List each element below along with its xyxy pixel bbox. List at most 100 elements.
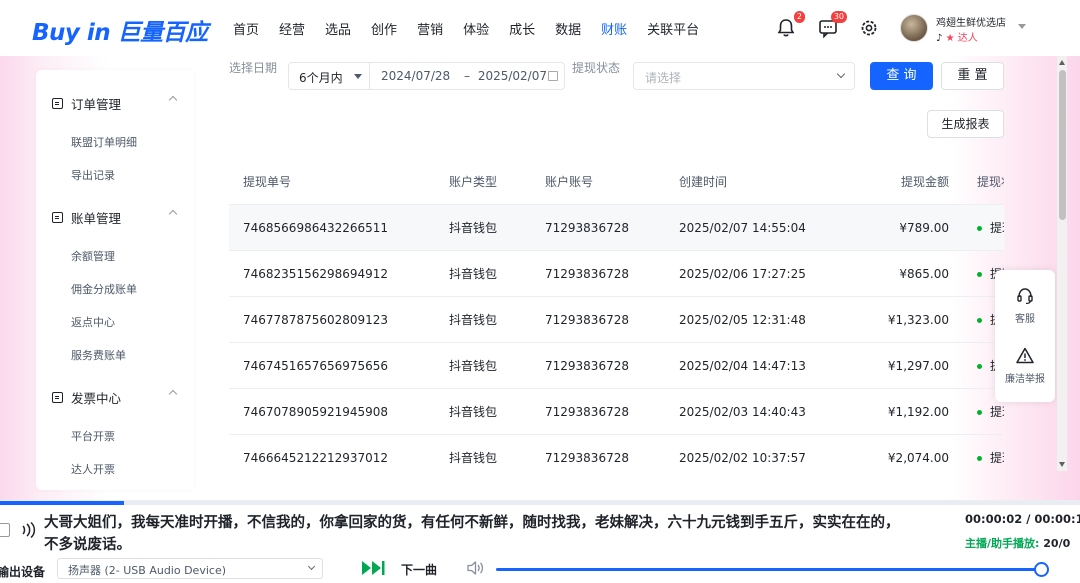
settings-gear-icon[interactable]	[858, 17, 880, 39]
notification-bell-icon[interactable]: 2	[775, 11, 805, 39]
account-type-cell: 抖音钱包	[449, 359, 498, 373]
output-device-value: 扬声器 (2- USB Audio Device)	[68, 564, 227, 577]
table-row[interactable]: 7466645212212937012 抖音钱包 71293836728 2025/0…	[229, 435, 1004, 478]
top-navigation-bar: Buy in 巨量百应 首页 经营 选品 创作 营销 体验 成长 数据 财账 关联平台 2 30 …	[0, 0, 1080, 56]
sidebar-item-talent-invoice[interactable]: 达人开票	[71, 461, 115, 477]
nav-item-growth[interactable]: 成长	[509, 19, 535, 38]
table-row[interactable]: 7467787875602809123 抖音钱包 71293836728 2025/0…	[229, 297, 1004, 343]
table-row[interactable]: 7467451657656975656 抖音钱包 71293836728 2025/0…	[229, 343, 1004, 389]
message-icon[interactable]: 30	[817, 11, 847, 39]
user-name[interactable]: 鸡翅生鲜优选店	[936, 14, 1006, 29]
integrity-report-button[interactable]: 廉洁举报	[995, 346, 1055, 385]
audio-player-bar: 大哥大姐们，我每天准时开播，不信我的，你拿回家的货，有任何不新鲜，随时找我，老妹…	[0, 500, 1080, 583]
scroll-up-arrow-icon[interactable]	[1059, 60, 1065, 65]
sidebar-item-balance-management[interactable]: 余额管理	[71, 248, 115, 264]
floating-service-panel: 客服 廉洁举报	[995, 270, 1055, 402]
created-time-cell: 2025/02/05 12:31:48	[679, 313, 806, 327]
sidebar-group-invoice-center[interactable]: 发票中心	[52, 388, 188, 407]
column-header-amount: 提现金额	[900, 175, 949, 189]
user-menu-caret-icon[interactable]	[1018, 24, 1026, 29]
buyin-logo[interactable]: Buy in 巨量百应	[32, 13, 208, 47]
nav-item-operation[interactable]: 经营	[279, 19, 305, 38]
withdrawal-table: 提现单号 账户类型 账户账号 创建时间 提现金额 提现状态 7468566986…	[229, 158, 1004, 478]
period-select[interactable]: 6个月内	[288, 62, 370, 90]
sidebar-item-export-records[interactable]: 导出记录	[71, 167, 115, 183]
finance-sidebar: 订单管理 联盟订单明细 导出记录 账单管理 余额管理 佣金分成账单 返点中心 服…	[36, 70, 194, 490]
status-dot-icon	[977, 318, 982, 323]
account-number-cell: 71293836728	[545, 221, 629, 235]
playback-progress-track[interactable]	[0, 501, 1080, 505]
account-type-cell: 抖音钱包	[449, 451, 498, 465]
account-number-cell: 71293836728	[545, 359, 629, 373]
play-next-icon[interactable]	[360, 559, 386, 581]
user-avatar[interactable]	[900, 14, 928, 42]
column-header-created-time: 创建时间	[679, 175, 728, 189]
table-row[interactable]: 7468566986432266511 抖音钱包 71293836728 2025/0…	[229, 205, 1004, 251]
play-count-value: 20/0	[1043, 537, 1071, 550]
volume-slider-knob[interactable]	[1033, 562, 1049, 577]
volume-icon[interactable]	[466, 560, 486, 580]
output-device-select[interactable]: 扬声器 (2- USB Audio Device)	[57, 558, 323, 579]
amount-cell: ¥1,297.00	[887, 359, 949, 373]
select-checkbox[interactable]	[0, 523, 10, 537]
nav-item-data[interactable]: 数据	[555, 19, 581, 38]
invoice-icon	[52, 392, 63, 403]
chevron-down-icon	[307, 562, 316, 571]
bill-icon	[52, 212, 63, 223]
nav-item-marketing[interactable]: 营销	[417, 19, 443, 38]
table-row[interactable]: 7467078905921945908 抖音钱包 71293836728 2025/0…	[229, 389, 1004, 435]
warning-icon	[1016, 347, 1034, 364]
withdraw-id-cell: 7468235156298694912	[243, 267, 389, 281]
status-cell: 提现成功	[977, 205, 1004, 251]
reset-button[interactable]: 重 置	[941, 62, 1004, 90]
account-number-cell: 71293836728	[545, 451, 629, 465]
next-track-button[interactable]: 下一曲	[401, 561, 437, 578]
account-type-cell: 抖音钱包	[449, 313, 498, 327]
created-time-cell: 2025/02/07 14:55:04	[679, 221, 806, 235]
sidebar-group-label: 订单管理	[71, 97, 122, 112]
nav-item-experience[interactable]: 体验	[463, 19, 489, 38]
sidebar-item-commission-bill[interactable]: 佣金分成账单	[71, 281, 137, 297]
table-row[interactable]: 7468235156298694912 抖音钱包 71293836728 2025/0…	[229, 251, 1004, 297]
playback-time: 00:00:02 / 00:00:11	[965, 512, 1080, 526]
nav-item-creation[interactable]: 创作	[371, 19, 397, 38]
withdraw-id-cell: 7466645212212937012	[243, 451, 389, 465]
sidebar-group-order-management[interactable]: 订单管理	[52, 94, 188, 113]
order-icon	[52, 98, 63, 109]
account-number-cell: 71293836728	[545, 313, 629, 327]
withdraw-id-cell: 7468566986432266511	[243, 221, 389, 235]
date-end: 2025/02/07	[477, 69, 547, 83]
withdraw-id-cell: 7467451657656975656	[243, 359, 389, 373]
customer-service-label: 客服	[1015, 314, 1035, 325]
created-time-cell: 2025/02/04 14:47:13	[679, 359, 806, 373]
chevron-up-icon	[168, 389, 178, 399]
nav-item-home[interactable]: 首页	[233, 19, 259, 38]
page-scrollbar-thumb[interactable]	[1059, 70, 1066, 220]
customer-service-button[interactable]: 客服	[995, 286, 1055, 325]
sidebar-group-bill-management[interactable]: 账单管理	[52, 208, 188, 227]
period-select-value: 6个月内	[299, 71, 343, 85]
sidebar-item-rebate-center[interactable]: 返点中心	[71, 314, 115, 330]
amount-cell: ¥1,192.00	[887, 405, 949, 419]
sidebar-item-service-fee-bill[interactable]: 服务费账单	[71, 347, 126, 363]
nav-item-linked-platform[interactable]: 关联平台	[647, 19, 699, 38]
sidebar-item-alliance-order-detail[interactable]: 联盟订单明细	[71, 134, 137, 150]
nav-item-finance[interactable]: 财账	[601, 19, 627, 38]
column-header-withdraw-id: 提现单号	[243, 175, 292, 189]
status-filter-label: 提现状态	[572, 61, 621, 75]
withdraw-status-select[interactable]: 请选择	[633, 62, 855, 90]
user-role-tag: ♪ ★ 达人	[936, 29, 978, 44]
volume-slider[interactable]	[496, 562, 1049, 577]
sidebar-item-platform-invoice[interactable]: 平台开票	[71, 428, 115, 444]
date-range-picker[interactable]: 2024/07/28 – 2025/02/07	[369, 62, 565, 90]
scroll-down-arrow-icon[interactable]	[1059, 462, 1065, 467]
generate-report-button[interactable]: 生成报表	[927, 110, 1004, 138]
nav-item-product-selection[interactable]: 选品	[325, 19, 351, 38]
chevron-up-icon	[168, 95, 178, 105]
column-header-account-number: 账户账号	[545, 175, 594, 189]
chevron-up-icon	[168, 209, 178, 219]
date-start: 2024/07/28	[381, 69, 451, 83]
status-dot-icon	[977, 226, 982, 231]
query-button[interactable]: 查 询	[870, 62, 933, 90]
account-number-cell: 71293836728	[545, 405, 629, 419]
